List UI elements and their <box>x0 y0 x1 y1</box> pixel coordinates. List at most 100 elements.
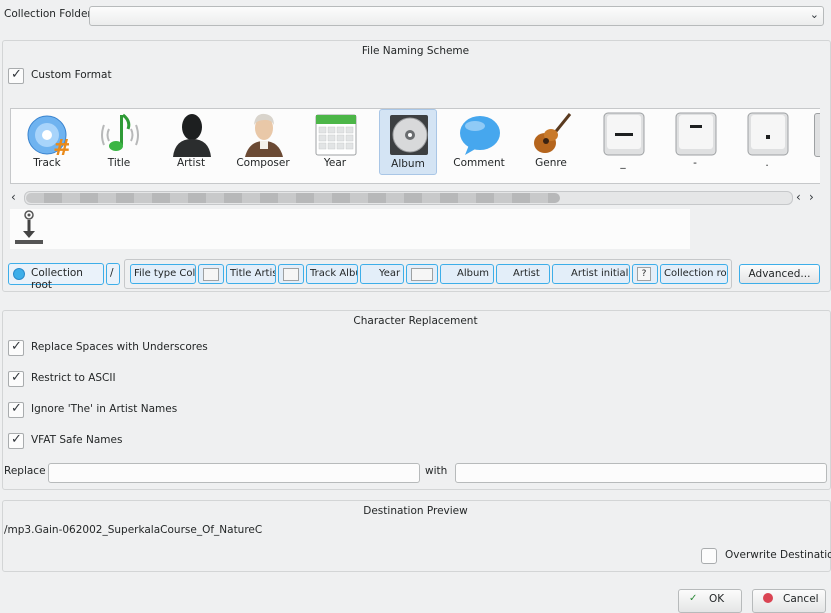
calendar-icon <box>315 114 357 156</box>
token-label: - <box>693 157 697 169</box>
token-label: Album <box>391 158 425 170</box>
token-label: Year <box>323 157 347 169</box>
chevron-down-icon: ⌄ <box>809 8 819 21</box>
vfat-safe-label: VFAT Safe Names <box>31 434 123 446</box>
token-palette: # Track Title Artist Composer <box>10 108 820 184</box>
restrict-ascii-checkbox[interactable]: ✓ <box>8 370 24 387</box>
token-artist[interactable]: Artist <box>163 109 219 173</box>
token-composer[interactable]: Composer <box>235 109 291 173</box>
ignore-the-checkbox[interactable]: ✓ <box>8 401 24 418</box>
token-genre[interactable]: Genre <box>523 109 579 173</box>
composer-portrait-icon <box>245 113 283 157</box>
token-dot[interactable]: . <box>739 109 795 173</box>
checkmark-icon: ✓ <box>11 67 22 82</box>
replace-spaces-checkbox[interactable]: ✓ <box>8 339 24 356</box>
collection-folder-label: Collection Folder: <box>4 8 96 20</box>
token-label: Artist <box>176 157 206 169</box>
format-pill-text: Title Artist <box>230 268 275 279</box>
dot-key-icon <box>747 112 789 156</box>
token-label: _ <box>620 157 626 169</box>
overwrite-destination-label: Overwrite Destination <box>725 549 831 561</box>
ok-button-label: OK <box>709 593 725 605</box>
custom-format-checkbox[interactable]: ✓ <box>8 67 24 84</box>
checkmark-icon: ✓ <box>11 370 22 385</box>
trash-drop-icon <box>15 210 43 244</box>
token-scrollbar[interactable] <box>24 191 793 205</box>
format-pill-text: Collection root File type <box>664 268 727 279</box>
format-pill[interactable] <box>198 264 224 284</box>
token-title[interactable]: Title <box>91 109 147 173</box>
token-comment[interactable]: Comment <box>451 109 507 173</box>
format-drop-zone[interactable] <box>10 209 690 249</box>
token-label: Comment <box>453 157 505 169</box>
vfat-safe-checkbox[interactable]: ✓ <box>8 432 24 449</box>
replace-spaces-label: Replace Spaces with Underscores <box>31 341 208 353</box>
advanced-button[interactable]: Advanced... <box>739 264 820 284</box>
scroll-right-icon[interactable]: › <box>809 190 814 204</box>
destination-path: /mp3.Gain-062002_SuperkalaCourse_Of_Natu… <box>4 524 263 536</box>
underscore-key-icon <box>603 112 645 156</box>
format-pill-text: Year <box>379 268 401 279</box>
speech-bubble-icon <box>460 116 500 155</box>
token-label: Title <box>107 157 131 169</box>
format-pill[interactable]: File type Collection root <box>130 264 196 284</box>
format-pill[interactable] <box>278 264 304 284</box>
token-label: Track <box>33 157 61 169</box>
format-pill[interactable]: Artist <box>496 264 550 284</box>
format-pill-text: File type Collection root <box>134 268 196 279</box>
cancel-button[interactable]: Cancel <box>752 589 826 613</box>
overwrite-destination-checkbox[interactable] <box>701 548 717 564</box>
token-label: Genre <box>535 157 567 169</box>
scrollbar-thumb[interactable] <box>26 193 560 203</box>
format-pill[interactable]: Track Album <box>306 264 358 284</box>
format-pill-text: Track Album <box>310 268 357 279</box>
token-label: Composer <box>236 157 290 169</box>
svg-text:#: # <box>53 136 69 157</box>
advanced-button-label: Advanced... <box>748 268 811 280</box>
token-album[interactable]: Album <box>379 109 437 175</box>
collection-root-label: Collection root <box>31 267 83 291</box>
cancel-icon <box>763 593 773 603</box>
checkmark-icon: ✓ <box>11 401 22 416</box>
cancel-button-label: Cancel <box>783 593 819 605</box>
artist-silhouette-icon <box>173 114 211 157</box>
music-note-icon <box>101 113 139 151</box>
format-pill[interactable]: Title Artist <box>226 264 276 284</box>
collection-folder-combo[interactable]: ⌄ <box>89 6 824 26</box>
format-pill-text: Album <box>457 268 490 279</box>
token-dash[interactable]: - <box>667 109 723 173</box>
format-pill[interactable]: Artist initial Title <box>552 264 630 284</box>
dash-key-icon <box>675 112 717 156</box>
slash-label: / <box>110 267 114 279</box>
replace-input[interactable] <box>48 463 420 483</box>
slash-separator-token[interactable]: / <box>106 263 120 285</box>
scroll-left-icon[interactable]: ‹ <box>11 190 16 204</box>
token-year[interactable]: Year <box>307 109 363 173</box>
token-underscore[interactable]: _ <box>595 109 651 173</box>
collection-root-icon <box>13 268 25 280</box>
format-pill[interactable]: Collection root File type <box>660 264 728 284</box>
ignore-the-label: Ignore 'The' in Artist Names <box>31 403 178 415</box>
token-track[interactable]: # Track <box>19 109 75 173</box>
restrict-ascii-label: Restrict to ASCII <box>31 372 116 384</box>
ok-icon: ✓ <box>689 593 698 604</box>
collection-root-token[interactable]: Collection root <box>8 263 104 291</box>
disc-track-icon: # <box>27 115 69 157</box>
scroll-left-icon[interactable]: ‹ <box>796 190 801 204</box>
file-naming-scheme-title: File Naming Scheme <box>361 45 470 57</box>
help-key-icon: ? <box>637 267 651 281</box>
ok-button[interactable]: ✓ OK <box>678 589 742 613</box>
custom-format-label: Custom Format <box>31 69 112 81</box>
with-label: with <box>425 465 448 477</box>
format-pill-icon <box>203 268 219 281</box>
destination-preview-title: Destination Preview <box>363 505 468 517</box>
format-pill[interactable] <box>406 264 438 284</box>
guitar-icon <box>534 113 572 153</box>
token-partial-next <box>814 113 820 157</box>
format-pill[interactable]: Year <box>360 264 404 284</box>
token-label: . <box>765 157 769 169</box>
format-pill[interactable]: ? <box>632 264 658 284</box>
format-pill[interactable]: Album <box>440 264 494 284</box>
format-pill-text: Artist <box>513 268 540 279</box>
with-input[interactable] <box>455 463 827 483</box>
